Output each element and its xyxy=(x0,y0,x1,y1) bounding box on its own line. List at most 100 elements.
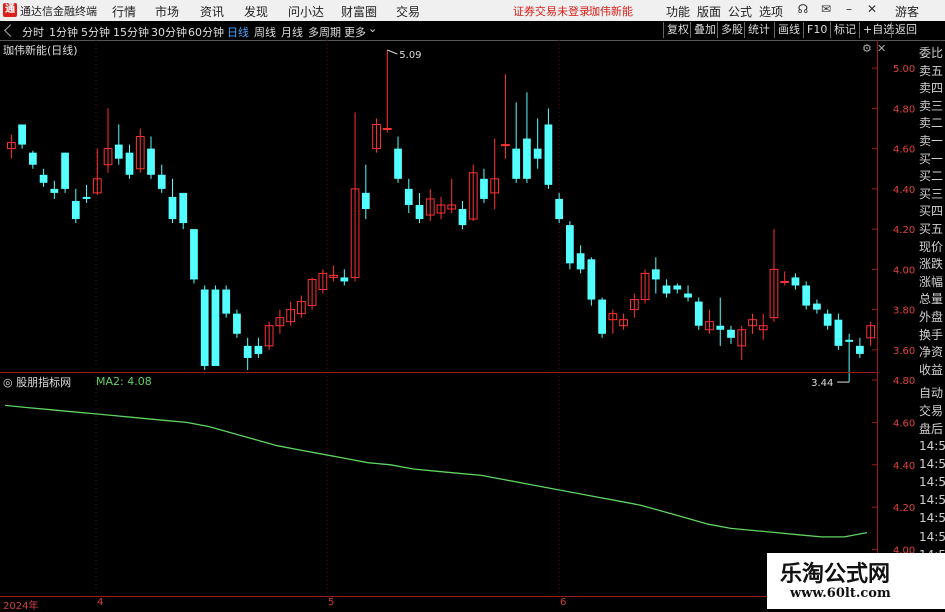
app-title: 通达信金融终端 xyxy=(20,5,97,18)
candle-body xyxy=(501,144,510,147)
candle-body xyxy=(845,339,854,342)
menu-trade[interactable]: 交易 xyxy=(396,3,420,20)
quote-field-label: 换手 xyxy=(919,325,945,343)
minimize-icon[interactable]: – xyxy=(841,2,857,16)
price-tick-label: 3.80 xyxy=(893,306,915,317)
candle-body xyxy=(533,148,542,159)
menu-layout[interactable]: 版面 xyxy=(697,3,721,20)
x-label-may: 5 xyxy=(328,597,335,608)
x-axis-line xyxy=(0,596,877,597)
period-weekly[interactable]: 周线 xyxy=(254,24,276,40)
pane-divider xyxy=(0,372,877,373)
low-label: 3.44 xyxy=(811,378,833,389)
candle-body xyxy=(340,277,349,282)
quote-field-label: 涨跌 xyxy=(919,255,945,273)
candle-body xyxy=(823,313,832,326)
close-icon[interactable]: ✕ xyxy=(864,2,880,16)
trade-log-label: 14:56 xyxy=(919,475,945,489)
headset-icon[interactable]: ☊ xyxy=(795,2,811,16)
indicator-tick-label: 4.40 xyxy=(893,461,915,472)
candle-body xyxy=(662,285,671,294)
stats-button[interactable]: 统计 xyxy=(744,22,773,38)
trade-log-label: 14:56 xyxy=(919,529,945,544)
period-daily[interactable]: 日线 xyxy=(227,24,249,40)
trade-log-label: 14:56 xyxy=(919,438,945,453)
quote-field-label: 净资 xyxy=(919,343,945,361)
indicator-tick-label: 4.20 xyxy=(893,503,915,514)
candle-body xyxy=(168,196,177,220)
trade-log-label: 盘后 xyxy=(919,420,945,438)
x-label-apr: 4 xyxy=(97,597,104,608)
candle-body xyxy=(50,188,59,193)
candle-body xyxy=(576,253,585,270)
candle-body xyxy=(856,345,864,354)
multi-stock-button[interactable]: 多股 xyxy=(717,22,746,38)
period-30min[interactable]: 30分钟 xyxy=(151,24,187,40)
quote-field-label: 买三 xyxy=(919,184,945,202)
period-fenshi[interactable]: 分时 xyxy=(22,24,44,40)
user-label[interactable]: 游客 xyxy=(895,3,919,20)
candle-body xyxy=(82,196,91,199)
quote-field-label: 买四 xyxy=(919,202,945,220)
candle-body xyxy=(157,174,166,189)
period-15min[interactable]: 15分钟 xyxy=(113,24,149,40)
price-tick-label: 5.00 xyxy=(893,64,915,75)
menu-discover[interactable]: 发现 xyxy=(244,3,268,20)
menu-options[interactable]: 选项 xyxy=(759,3,783,20)
price-tick-label: 4.20 xyxy=(893,225,915,236)
candle-body xyxy=(254,345,263,354)
candle-body xyxy=(523,138,531,179)
mark-button[interactable]: 标记 xyxy=(830,22,859,38)
price-tick-label: 4.60 xyxy=(893,145,915,156)
current-stock-name: 珈伟新能 xyxy=(589,5,633,18)
mail-icon[interactable]: ✉ xyxy=(818,2,834,16)
menu-news[interactable]: 资讯 xyxy=(200,3,224,20)
candle-body xyxy=(211,289,220,366)
candle-body xyxy=(684,293,692,298)
trade-log-label: 自动 xyxy=(919,384,945,401)
quote-field-label: 卖二 xyxy=(919,114,945,132)
quote-field-label: 卖三 xyxy=(919,96,945,114)
period-multi[interactable]: 多周期 xyxy=(308,24,341,40)
menu-ask[interactable]: 问小达 xyxy=(288,3,324,20)
axis-line xyxy=(877,40,878,597)
overlay-button[interactable]: 叠加 xyxy=(690,22,719,38)
candle-body xyxy=(834,319,843,346)
candle-body xyxy=(179,192,188,224)
trade-log-label: 14:56 xyxy=(919,493,945,508)
menu-wealth[interactable]: 财富圈 xyxy=(341,3,377,20)
candle-body xyxy=(39,174,48,183)
candle-body xyxy=(651,269,660,280)
return-button[interactable]: 返回 xyxy=(891,22,920,38)
price-tick-label: 4.40 xyxy=(893,185,915,196)
candle-body xyxy=(813,303,821,310)
candle-body xyxy=(458,209,467,226)
period-1min[interactable]: 1分钟 xyxy=(49,24,78,40)
period-60min[interactable]: 60分钟 xyxy=(188,24,224,40)
high-label: 5.09 xyxy=(399,50,421,61)
price-tick-label: 3.60 xyxy=(893,346,915,357)
menu-bar: 通 通达信金融终端 行情 市场 资讯 发现 问小达 财富圈 交易 证券交易未登录… xyxy=(0,0,945,22)
menu-market[interactable]: 市场 xyxy=(155,3,179,20)
candle-body xyxy=(544,124,553,185)
menu-formula[interactable]: 公式 xyxy=(728,3,752,20)
candle-body xyxy=(382,128,392,130)
candle-body xyxy=(28,152,37,165)
price-tick-label: 4.80 xyxy=(893,104,915,115)
candle-body xyxy=(727,329,735,338)
watermark-title: 乐淘公式网 xyxy=(780,561,891,587)
period-more[interactable]: 更多 xyxy=(344,24,366,40)
candle-body xyxy=(125,152,134,175)
f10-button[interactable]: F10 xyxy=(803,22,830,38)
period-5min[interactable]: 5分钟 xyxy=(81,24,110,40)
draw-line-button[interactable]: 画线 xyxy=(774,22,803,38)
adjust-button[interactable]: 复权 xyxy=(663,22,692,38)
period-monthly[interactable]: 月线 xyxy=(281,24,303,40)
app-logo-icon: 通 xyxy=(3,3,17,17)
login-notice[interactable]: 证券交易未登录 xyxy=(513,3,590,19)
chevron-down-icon[interactable]: ⌄ xyxy=(368,22,377,35)
menu-quotes[interactable]: 行情 xyxy=(112,3,136,20)
kline-chart[interactable]: 5.00 4.80 4.60 4.40 4.20 4.00 3.80 3.60 4.80 4.60… xyxy=(0,40,945,609)
menu-function[interactable]: 功能 xyxy=(666,3,690,20)
price-tick-label: 4.00 xyxy=(893,265,915,276)
